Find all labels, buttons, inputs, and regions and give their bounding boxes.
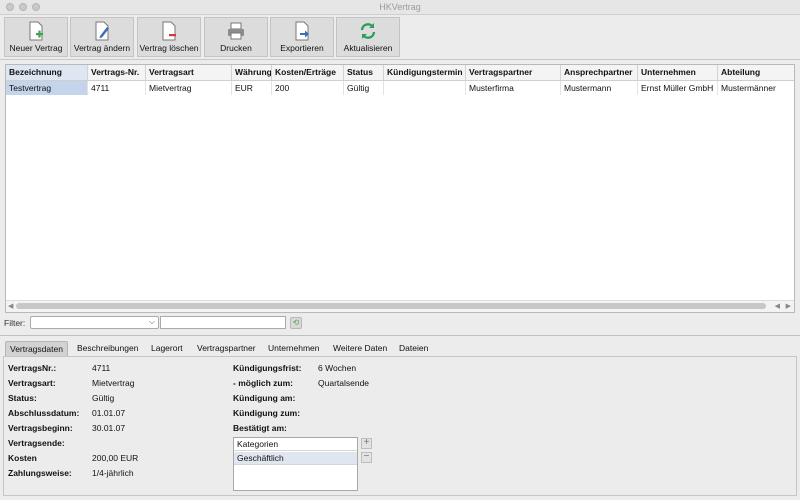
filter-field-select[interactable]: ⌵	[30, 316, 159, 329]
field-value: Gültig	[92, 393, 115, 403]
scroll-left-icon[interactable]: ◀	[775, 302, 780, 310]
filter-input[interactable]	[160, 316, 286, 329]
table-cell: Mustermann	[561, 81, 638, 95]
remove-category-button[interactable]: −	[361, 452, 372, 463]
list-item[interactable]: Geschäftlich	[234, 452, 357, 465]
list-item[interactable]: Kategorien	[234, 438, 357, 451]
title-bar: HKVertrag	[0, 0, 800, 15]
field-label: Abschlussdatum:	[8, 408, 80, 418]
column-header-vertragspartner[interactable]: Vertragspartner	[466, 65, 561, 80]
horizontal-scrollbar[interactable]: ◀ ◀ ▶	[6, 300, 794, 312]
refresh-icon	[360, 23, 376, 39]
field-label: VertragsNr.:	[8, 363, 57, 373]
field-label: Vertragsende:	[8, 438, 65, 448]
delete-document-icon	[162, 21, 176, 41]
filter-icon: ⟲	[292, 318, 300, 327]
column-header-status[interactable]: Status	[344, 65, 384, 80]
field-label: Vertragsart:	[8, 378, 56, 388]
table-cell: Mietvertrag	[146, 81, 232, 95]
print-button[interactable]: Drucken	[204, 17, 268, 57]
plus-icon: +	[363, 437, 370, 448]
scroll-left-icon[interactable]: ◀	[8, 302, 13, 310]
table-cell: EUR	[232, 81, 272, 95]
table-cell: 200	[272, 81, 344, 95]
chevron-down-icon: ⌵	[148, 317, 155, 326]
column-header-abteilung[interactable]: Abteilung	[718, 65, 794, 80]
table-cell: Mustermänner	[718, 81, 794, 95]
new-contract-label: Neuer Vertrag	[9, 43, 63, 53]
column-header-kuendigungstermin[interactable]: Kündigungstermin	[384, 65, 466, 80]
add-category-button[interactable]: +	[361, 438, 372, 449]
printer-icon	[228, 22, 244, 40]
column-header-bezeichnung[interactable]: Bezeichnung	[6, 65, 88, 80]
table-row[interactable]: Testvertrag 4711 Mietvertrag EUR 200 Gül…	[6, 81, 794, 95]
edit-contract-button[interactable]: Vertrag ändern	[70, 17, 134, 57]
field-label: Kündigungsfrist:	[233, 363, 302, 373]
tab-weitere-daten[interactable]: Weitere Daten	[329, 341, 391, 356]
column-header-unternehmen[interactable]: Unternehmen	[638, 65, 718, 80]
toolbar: Neuer Vertrag Vertrag ändern Vertrag lös…	[0, 15, 800, 60]
filter-bar: Filter: ⌵ ⟲	[4, 316, 404, 330]
table-header: Bezeichnung Vertrags-Nr. Vertragsart Wäh…	[6, 65, 794, 81]
export-label: Exportieren	[280, 43, 324, 53]
tab-vertragsdaten[interactable]: Vertragsdaten	[5, 341, 68, 356]
edit-document-icon	[95, 21, 109, 41]
field-value: 6 Wochen	[318, 363, 357, 373]
new-document-icon	[29, 21, 43, 41]
field-label: Kosten	[8, 453, 37, 463]
table-cell: Musterfirma	[466, 81, 561, 95]
field-value: Quartalsende	[318, 378, 370, 388]
scrollbar-thumb[interactable]	[16, 303, 766, 309]
tab-unternehmen[interactable]: Unternehmen	[264, 341, 324, 356]
field-label: - möglich zum:	[233, 378, 293, 388]
refresh-label: Aktualisieren	[343, 43, 393, 53]
contracts-table: Bezeichnung Vertrags-Nr. Vertragsart Wäh…	[5, 64, 795, 313]
table-cell: Gültig	[344, 81, 384, 95]
window-title: HKVertrag	[379, 2, 421, 12]
export-button[interactable]: Exportieren	[270, 17, 334, 57]
category-list[interactable]: Kategorien Geschäftlich	[233, 437, 358, 491]
field-label: Bestätigt am:	[233, 423, 287, 433]
field-value: 01.01.07	[92, 408, 126, 418]
table-cell	[384, 81, 466, 95]
column-header-vertragsart[interactable]: Vertragsart	[146, 65, 232, 80]
new-contract-button[interactable]: Neuer Vertrag	[4, 17, 68, 57]
tab-beschreibungen[interactable]: Beschreibungen	[73, 341, 142, 356]
scroll-right-icon[interactable]: ▶	[786, 302, 791, 310]
refresh-button[interactable]: Aktualisieren	[336, 17, 400, 57]
column-header-waehrung[interactable]: Währung	[232, 65, 272, 80]
field-value: 1/4-jährlich	[92, 468, 134, 478]
delete-contract-button[interactable]: Vertrag löschen	[137, 17, 201, 57]
apply-filter-button[interactable]: ⟲	[290, 317, 302, 329]
tab-vertragspartner[interactable]: Vertragspartner	[193, 341, 260, 356]
field-label: Kündigung zum:	[233, 408, 301, 418]
field-label: Kündigung am:	[233, 393, 296, 403]
field-value: 30.01.07	[92, 423, 126, 433]
export-icon	[295, 21, 309, 41]
table-cell: Testvertrag	[6, 81, 88, 95]
edit-contract-label: Vertrag ändern	[73, 43, 131, 53]
field-value: 200,00 EUR	[92, 453, 139, 463]
filter-label: Filter:	[4, 318, 26, 328]
divider	[0, 335, 800, 336]
table-cell: 4711	[88, 81, 146, 95]
field-label: Vertragsbeginn:	[8, 423, 73, 433]
field-label: Status:	[8, 393, 37, 403]
field-label: Zahlungsweise:	[8, 468, 72, 478]
column-header-ansprechpartner[interactable]: Ansprechpartner	[561, 65, 638, 80]
tab-lagerort[interactable]: Lagerort	[147, 341, 187, 356]
field-value: Mietvertrag	[92, 378, 135, 388]
tab-dateien[interactable]: Dateien	[395, 341, 432, 356]
column-header-vertrags-nr[interactable]: Vertrags-Nr.	[88, 65, 146, 80]
column-header-kosten[interactable]: Kosten/Erträge	[272, 65, 344, 80]
table-cell: Ernst Müller GmbH	[638, 81, 718, 95]
delete-contract-label: Vertrag löschen	[139, 43, 199, 53]
field-value: 4711	[92, 363, 111, 373]
print-label: Drucken	[220, 43, 252, 53]
minus-icon: −	[363, 451, 370, 462]
